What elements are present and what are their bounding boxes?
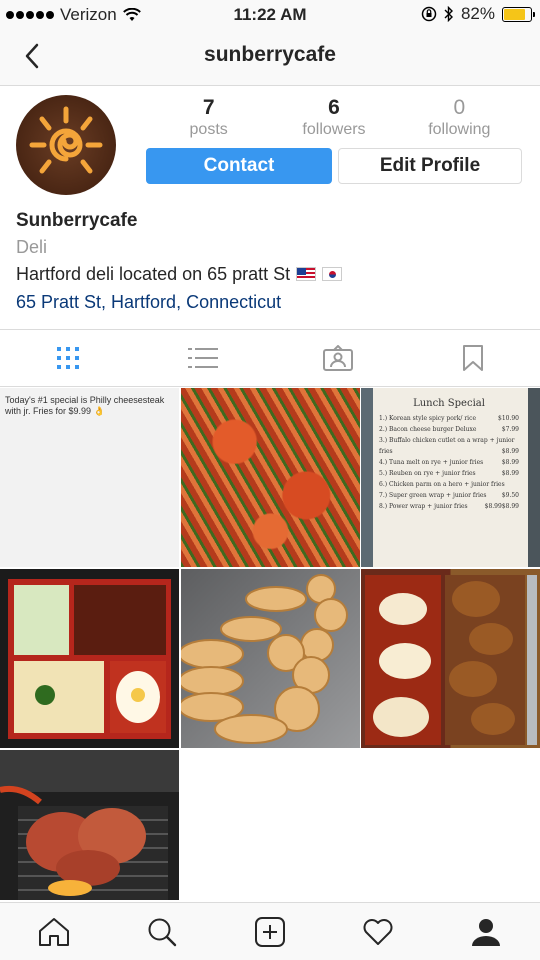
menu-title: Lunch Special	[413, 398, 485, 409]
heart-icon	[363, 918, 393, 945]
add-post-icon	[255, 916, 285, 947]
status-right: 82%	[421, 4, 535, 24]
battery-icon	[502, 6, 535, 22]
tab-tagged[interactable]	[270, 330, 405, 386]
menu-item: 6.) Chicken parm on a hero + junior frie…	[379, 481, 519, 499]
nav-new-post[interactable]	[216, 903, 324, 960]
menu-item: 5.) Reuben on rye + junior fries $8.99	[379, 470, 519, 477]
following-count: 0	[453, 96, 466, 119]
menu-item: 2.) Bacon cheese burger Deluxe $7.99	[379, 426, 519, 433]
stat-posts[interactable]: 7 posts	[146, 96, 271, 140]
menu-item: 3.) Buffalo chicken cutlet on a wrap + j…	[379, 437, 519, 455]
profile-description: Hartford deli located on 65 pratt St	[16, 260, 526, 288]
post-tile[interactable]: Lunch Special 1.) Korean style spicy por…	[361, 388, 540, 567]
description-text: Hartford deli located on 65 pratt St	[16, 264, 291, 284]
tagged-icon	[322, 345, 353, 371]
profile-stats: 7 posts 6 followers 0 following	[146, 96, 522, 140]
nav-header: sunberrycafe	[0, 28, 540, 86]
profile-category: Deli	[16, 237, 48, 257]
battery-percent: 82%	[460, 4, 495, 23]
lunch-menu: Lunch Special 1.) Korean style spicy por…	[379, 398, 519, 512]
orientation-lock-icon	[421, 6, 437, 22]
post-tile[interactable]	[0, 750, 179, 900]
search-icon	[148, 918, 177, 946]
post-tile[interactable]: Today's #1 special is Philly cheesesteak…	[0, 388, 179, 567]
korea-flag-icon	[322, 267, 343, 281]
stat-following[interactable]: 0 following	[397, 96, 522, 140]
posts-count: 7	[202, 96, 215, 119]
menu-item: 7.) Super green wrap + junior fries $8.9…	[379, 492, 519, 510]
chicken-parm-photo	[365, 575, 537, 745]
menu-item: 1.) Korean style spicy pork/ rice $10.90	[379, 415, 519, 422]
followers-count: 6	[328, 96, 340, 119]
bio: Sunberrycafe Deli Hartford deli located …	[16, 208, 526, 316]
menu-item: 8.) Power wrap + junior fries $8.99	[379, 503, 502, 510]
bottom-nav	[0, 902, 540, 960]
nav-home[interactable]	[0, 903, 108, 960]
home-icon	[39, 917, 69, 946]
post-tile[interactable]	[0, 569, 179, 748]
contact-button[interactable]: Contact	[146, 148, 332, 184]
followers-label: followers	[302, 121, 366, 138]
post-tile[interactable]	[181, 388, 360, 567]
profile-address-link[interactable]: 65 Pratt St, Hartford, Connecticut	[16, 288, 526, 316]
bookmark-icon	[462, 345, 483, 371]
tab-list[interactable]	[135, 330, 270, 386]
status-bar: Verizon 11:22 AM 82%	[0, 0, 540, 28]
following-label: following	[428, 121, 491, 138]
post-tile[interactable]	[181, 569, 360, 748]
bento-photo	[8, 579, 171, 739]
nav-profile[interactable]	[432, 903, 540, 960]
us-flag-icon	[296, 267, 317, 281]
sun-logo-icon	[29, 106, 103, 174]
page-title: sunberrycafe	[204, 43, 336, 66]
post-tile[interactable]	[361, 569, 540, 748]
nav-activity[interactable]	[324, 903, 432, 960]
tab-saved[interactable]	[405, 330, 540, 386]
grill-photo	[0, 785, 168, 900]
edit-profile-button[interactable]: Edit Profile	[338, 148, 522, 184]
profile-icon	[472, 918, 500, 946]
avatar[interactable]	[16, 95, 116, 195]
grid-icon	[56, 347, 79, 369]
stat-followers[interactable]: 6 followers	[271, 96, 396, 140]
list-icon	[187, 348, 218, 368]
post-caption: Today's #1 special is Philly cheesesteak…	[5, 395, 165, 416]
bluetooth-icon	[444, 6, 453, 22]
tab-grid[interactable]	[0, 330, 135, 386]
menu-item: 4.) Tuna melt on rye + junior fries $8.9…	[379, 459, 519, 466]
posts-label: posts	[189, 121, 228, 138]
nav-search[interactable]	[108, 903, 216, 960]
profile-name: Sunberrycafe	[16, 210, 138, 231]
bread-photo	[181, 574, 348, 744]
profile-tab-bar	[0, 329, 540, 387]
